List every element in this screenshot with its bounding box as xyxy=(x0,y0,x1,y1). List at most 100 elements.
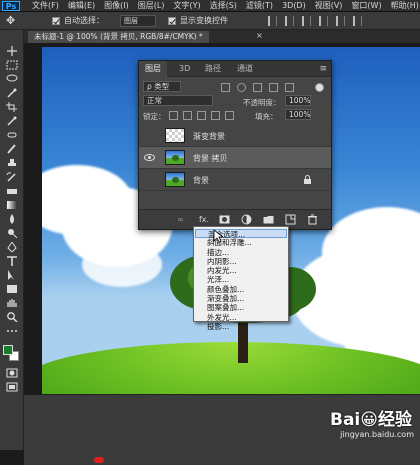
brush-tool-icon[interactable] xyxy=(6,144,18,154)
mouse-cursor-icon xyxy=(213,229,225,243)
align-center-icon[interactable] xyxy=(336,16,345,26)
tab-3d[interactable]: 3D xyxy=(173,61,196,77)
gradient-tool-icon[interactable] xyxy=(6,200,18,209)
adjustment-icon[interactable] xyxy=(241,214,252,225)
lock-position-icon[interactable] xyxy=(197,111,206,120)
foreground-color-swatch[interactable] xyxy=(3,345,13,355)
new-layer-icon[interactable] xyxy=(285,214,296,225)
menu-item-stroke[interactable]: 描边... xyxy=(194,248,288,257)
menu-help[interactable]: 帮助(H) xyxy=(391,0,419,12)
show-transform-checkbox[interactable] xyxy=(168,17,176,25)
hand-tool-icon[interactable] xyxy=(6,298,18,307)
mask-icon[interactable] xyxy=(219,214,230,225)
lock-pixels-icon[interactable] xyxy=(183,111,192,120)
history-brush-tool-icon[interactable] xyxy=(6,172,18,182)
eye-icon[interactable] xyxy=(144,153,155,162)
menu-item-outer-glow[interactable]: 外发光... xyxy=(194,313,288,322)
healing-brush-tool-icon[interactable] xyxy=(6,130,18,139)
menu-item-pattern-overlay[interactable]: 图案叠加... xyxy=(194,303,288,312)
layer-row[interactable]: 渐变背景 xyxy=(139,125,331,147)
more-tools-icon[interactable] xyxy=(6,326,18,335)
menu-file[interactable]: 文件(F) xyxy=(32,0,59,12)
link-icon[interactable]: ∞ xyxy=(175,214,186,225)
rectangle-tool-icon[interactable] xyxy=(6,284,18,293)
menu-item-drop-shadow[interactable]: 投影... xyxy=(194,322,288,331)
menu-3d[interactable]: 3D(D) xyxy=(282,0,306,12)
quick-select-tool-icon[interactable] xyxy=(6,88,18,98)
auto-select-checkbox[interactable] xyxy=(52,17,60,25)
document-tab[interactable]: 未标题-1 @ 100% (背景 拷贝, RGB/8#/CMYK) * xyxy=(28,31,209,43)
layer-thumbnail xyxy=(165,150,185,165)
quick-mask-icon[interactable] xyxy=(6,368,18,378)
align-left-icon[interactable] xyxy=(319,16,328,26)
filter-smart-object-icon[interactable] xyxy=(285,83,294,92)
blend-mode-select[interactable]: 正常 xyxy=(143,95,213,106)
filter-toggle-icon[interactable] xyxy=(315,83,324,92)
layer-row-selected[interactable]: 背景 拷贝 xyxy=(139,147,331,169)
tab-layers[interactable]: 图层 xyxy=(139,61,167,77)
move-tool-icon[interactable] xyxy=(6,46,18,56)
pen-tool-icon[interactable] xyxy=(6,242,18,252)
align-buttons xyxy=(268,16,362,26)
menu-filter[interactable]: 滤镜(T) xyxy=(246,0,273,12)
opacity-input[interactable]: 100% xyxy=(285,95,311,106)
close-icon[interactable]: × xyxy=(256,31,263,40)
panel-menu-icon[interactable]: ≡ xyxy=(319,64,327,74)
fx-icon[interactable]: fx. xyxy=(197,214,211,225)
lock-label: 锁定： xyxy=(143,112,166,121)
fill-label: 填充： xyxy=(255,112,278,121)
filter-kind-select[interactable]: ρ 类型 xyxy=(143,81,181,92)
menu-item-gradient-overlay[interactable]: 渐变叠加... xyxy=(194,294,288,303)
dodge-tool-icon[interactable] xyxy=(6,228,18,238)
filter-type-icon[interactable] xyxy=(253,83,262,92)
menu-image[interactable]: 图像(I) xyxy=(104,0,129,12)
menu-item-color-overlay[interactable]: 颜色叠加... xyxy=(194,285,288,294)
menu-item-blending-options[interactable]: 混合选项... xyxy=(195,229,287,239)
layer-row[interactable]: 背景 xyxy=(139,169,331,191)
baidu-watermark: Bai😀经验 jingyan.baidu.com xyxy=(330,405,420,439)
layers-panel: 图层 3D 路径 通道 ≡ ρ 类型 正常 不透明度： 100% 锁定： 填充：… xyxy=(138,60,332,230)
menu-edit[interactable]: 编辑(E) xyxy=(68,0,95,12)
panel-tabs: 图层 3D 路径 通道 ≡ xyxy=(139,61,331,77)
align-bottom-icon[interactable] xyxy=(302,16,311,26)
menu-view[interactable]: 视图(V) xyxy=(315,0,343,12)
type-tool-icon[interactable] xyxy=(6,256,18,266)
eyedropper-tool-icon[interactable] xyxy=(6,116,18,126)
filter-pixel-icon[interactable] xyxy=(221,83,230,92)
marquee-tool-icon[interactable] xyxy=(6,60,18,70)
filter-adjustment-icon[interactable] xyxy=(237,83,246,92)
menu-item-bevel-emboss[interactable]: 斜面和浮雕... xyxy=(194,238,288,247)
menu-window[interactable]: 窗口(W) xyxy=(351,0,381,12)
move-tool-preset-icon[interactable]: ✥ xyxy=(6,14,20,28)
group-icon[interactable] xyxy=(263,214,274,225)
auto-select-dropdown[interactable]: 图层 xyxy=(120,15,156,27)
tab-paths[interactable]: 路径 xyxy=(199,61,227,77)
align-right-icon[interactable] xyxy=(353,16,362,26)
menu-bar: Ps 文件(F) 编辑(E) 图像(I) 图层(L) 文字(Y) 选择(S) 滤… xyxy=(0,0,420,12)
options-bar: ✥ 自动选择： 图层 显示变换控件 xyxy=(0,12,420,30)
lasso-tool-icon[interactable] xyxy=(6,74,18,83)
eraser-tool-icon[interactable] xyxy=(6,186,18,195)
menu-layer[interactable]: 图层(L) xyxy=(138,0,165,12)
blur-tool-icon[interactable] xyxy=(6,214,18,224)
menu-item-inner-shadow[interactable]: 内阴影... xyxy=(194,257,288,266)
crop-tool-icon[interactable] xyxy=(6,102,18,112)
menu-select[interactable]: 选择(S) xyxy=(210,0,237,12)
zoom-tool-icon[interactable] xyxy=(6,312,18,322)
trash-icon[interactable] xyxy=(307,214,318,225)
align-middle-icon[interactable] xyxy=(285,16,294,26)
menu-type[interactable]: 文字(Y) xyxy=(173,0,200,12)
lock-all-icon[interactable] xyxy=(225,111,234,120)
tab-channels[interactable]: 通道 xyxy=(231,61,259,77)
menu-item-satin[interactable]: 光泽... xyxy=(194,275,288,284)
fill-input[interactable]: 100% xyxy=(285,109,311,120)
lock-transparent-icon[interactable] xyxy=(169,111,178,120)
filter-shape-icon[interactable] xyxy=(269,83,278,92)
align-top-icon[interactable] xyxy=(268,16,277,26)
clone-stamp-tool-icon[interactable] xyxy=(6,158,18,167)
lock-artboard-icon[interactable] xyxy=(211,111,220,120)
path-selection-tool-icon[interactable] xyxy=(6,270,18,280)
opacity-label: 不透明度： xyxy=(243,98,281,107)
filter-row: ρ 类型 xyxy=(139,81,331,95)
screen-mode-icon[interactable] xyxy=(6,382,18,392)
